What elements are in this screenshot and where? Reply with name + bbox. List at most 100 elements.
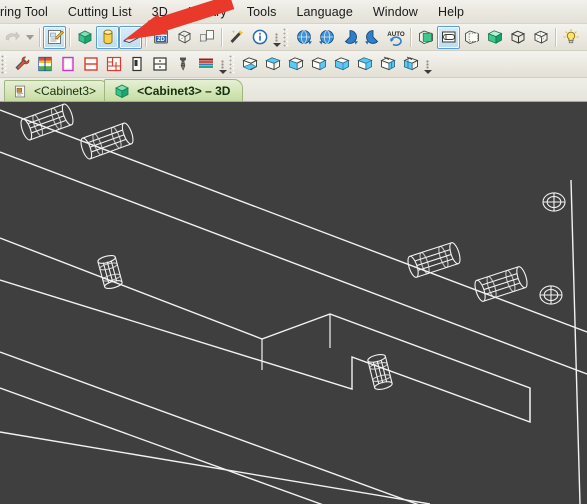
red-layout-icon (105, 55, 123, 73)
screw-fitting-button[interactable] (171, 53, 194, 76)
2d-calendar-icon: 2D (152, 28, 170, 46)
toolbar-secondary (0, 51, 587, 78)
cube-top-face-icon (264, 55, 282, 73)
document-icon (13, 84, 28, 99)
view-iso-5-button[interactable] (330, 53, 353, 76)
2d-view-button[interactable]: 2D (149, 26, 172, 49)
tab-cabinet3-3d[interactable]: <Cabinet3> – 3D (104, 79, 244, 101)
separator-6 (555, 27, 556, 47)
single-door-button[interactable] (125, 53, 148, 76)
menu-3d[interactable]: 3D (142, 2, 178, 22)
menu-tools[interactable]: Tools (237, 2, 287, 22)
dowel-4 (407, 242, 461, 278)
wire-box-icon (175, 28, 193, 46)
cube-right-face-icon (310, 55, 328, 73)
dowel-2 (80, 122, 134, 160)
edit-properties-button[interactable] (43, 25, 66, 49)
grip-2[interactable] (1, 54, 8, 74)
extrude-wedge-icon (122, 28, 140, 46)
rotate-right-button[interactable] (315, 26, 338, 49)
cabinet-front-button[interactable] (33, 53, 56, 76)
chevron-down-icon (423, 69, 432, 74)
toolbar-overflow-2[interactable] (217, 54, 228, 75)
view-perspective-button[interactable] (437, 25, 460, 49)
wireframe-drawing (0, 103, 587, 504)
rotate-left-button[interactable] (292, 26, 315, 49)
menu-bar: ring Tool Cutting List 3D Library Tools Langu… (0, 0, 587, 24)
menu-window[interactable]: Window (363, 2, 428, 22)
view-iso-8-button[interactable] (399, 53, 422, 76)
menu-manufacturing-tool[interactable]: ring Tool (0, 2, 58, 22)
cube-exploded-2-icon (402, 55, 420, 73)
redo-dropdown (23, 26, 36, 49)
extrude-profile-button[interactable] (119, 25, 142, 49)
cube-blue-side-icon (356, 55, 374, 73)
drawer-unit-button[interactable] (79, 53, 102, 76)
edge-banding-button[interactable] (194, 53, 217, 76)
menu-cutting-list[interactable]: Cutting List (58, 2, 142, 22)
cube-blue-front-icon (333, 55, 351, 73)
grip-3[interactable] (229, 54, 236, 74)
menu-language[interactable]: Language (286, 2, 362, 22)
view-iso-4-button[interactable] (307, 53, 330, 76)
view-front-button[interactable] (414, 26, 437, 49)
view-wireframe-button[interactable] (506, 26, 529, 49)
solid-box-button[interactable] (73, 26, 96, 49)
3d-wireframe-viewport[interactable] (0, 102, 587, 504)
cam-lock-1 (542, 192, 566, 212)
view-shaded-button[interactable] (483, 26, 506, 49)
copy-object-button[interactable] (195, 26, 218, 49)
view-iso-7-button[interactable] (376, 53, 399, 76)
svg-text:2D: 2D (157, 37, 165, 43)
view-back-button[interactable] (460, 26, 483, 49)
rotate-down-button[interactable] (361, 26, 384, 49)
magenta-door-icon (59, 55, 77, 73)
red-drawer-icon (82, 55, 100, 73)
tools-button[interactable] (10, 53, 33, 76)
menu-help[interactable]: Help (428, 2, 474, 22)
view-iso-6-button[interactable] (353, 53, 376, 76)
shelf-divider-button[interactable] (148, 53, 171, 76)
panel-top-outline (0, 237, 531, 424)
rotate-sphere-down-icon (364, 28, 382, 46)
shaded-green-cube-icon (486, 28, 504, 46)
lightbulb-icon (562, 28, 580, 46)
overflow-dots (275, 32, 278, 42)
cylinder-button[interactable] (96, 25, 119, 49)
rotate-sphere-right-icon (318, 28, 336, 46)
grip-1[interactable] (283, 27, 290, 47)
cabinet-view-button[interactable] (582, 26, 587, 49)
info-button[interactable] (248, 26, 271, 49)
overflow-dots (221, 59, 224, 69)
toolbar-primary: 2D AUTO (0, 24, 587, 51)
color-stripes-icon (197, 55, 215, 73)
single-door-icon (128, 55, 146, 73)
cube-exploded-1-icon (379, 55, 397, 73)
menu-library[interactable]: Library (178, 2, 237, 22)
view-iso-2-button[interactable] (261, 53, 284, 76)
rotate-up-button[interactable] (338, 26, 361, 49)
magic-wand-button[interactable] (225, 26, 248, 49)
redo-arrow-icon (3, 28, 21, 46)
toolbar-overflow-1[interactable] (271, 27, 282, 48)
auto-rotate-button[interactable]: AUTO (384, 26, 407, 49)
toolbar-overflow-3[interactable] (422, 54, 433, 75)
view-iso-3-button[interactable] (284, 53, 307, 76)
view-hidden-line-button[interactable] (529, 26, 552, 49)
document-tab-bar: <Cabinet3> <Cabinet3> – 3D (0, 78, 587, 102)
lighting-button[interactable] (559, 26, 582, 49)
panel-edge-lower-c (0, 431, 431, 504)
view-iso-1-button[interactable] (238, 53, 261, 76)
tab-cabinet3-plan[interactable]: <Cabinet3> (4, 80, 110, 101)
layout-plan-button[interactable] (102, 53, 125, 76)
cabinet-color-grid-icon (36, 55, 54, 73)
door-panel-button[interactable] (56, 53, 79, 76)
info-circle-icon (251, 28, 269, 46)
hidden-line-box-icon (532, 28, 550, 46)
chevron-down-icon (272, 42, 281, 47)
panel-edge-lower-b (0, 387, 323, 504)
3d-shape-button[interactable] (172, 26, 195, 49)
dowel-6 (367, 354, 393, 390)
screw-icon (174, 55, 192, 73)
cube-left-face-icon (287, 55, 305, 73)
